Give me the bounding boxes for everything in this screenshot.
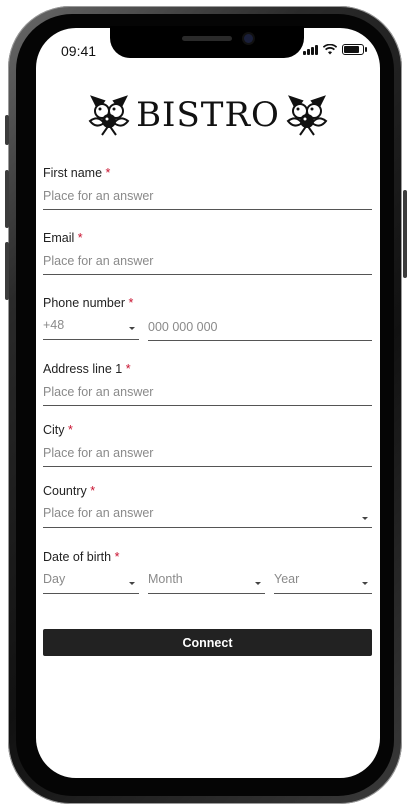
email-label-text: Email: [43, 231, 75, 245]
phone-input[interactable]: [148, 319, 372, 341]
connect-button[interactable]: Connect: [43, 629, 372, 656]
country-label: Country *: [43, 484, 95, 498]
notch: [110, 26, 304, 58]
dob-day-placeholder: Day: [43, 572, 66, 586]
chevron-down-icon: [362, 517, 368, 520]
earpiece-speaker: [182, 36, 232, 41]
volume-up-button: [5, 170, 9, 228]
wifi-icon: [323, 44, 337, 55]
city-label-text: City: [43, 423, 65, 437]
berries-ornament-icon: [88, 95, 130, 136]
berries-ornament-icon: [286, 95, 328, 136]
country-code-value: +48: [43, 318, 65, 332]
status-icons: [303, 44, 367, 55]
dob-month-select[interactable]: Month: [148, 572, 265, 594]
phone-label: Phone number *: [43, 296, 133, 310]
required-marker: *: [114, 550, 120, 564]
brand-name: BISTRO: [136, 95, 280, 135]
required-marker: *: [68, 423, 73, 437]
country-select-placeholder: Place for an answer: [43, 506, 154, 520]
first-name-input[interactable]: [43, 188, 372, 210]
email-label: Email *: [43, 231, 83, 245]
email-input[interactable]: [43, 253, 372, 275]
country-select[interactable]: Place for an answer: [43, 506, 372, 528]
phone-label-text: Phone number: [43, 296, 126, 310]
required-marker: *: [125, 362, 131, 376]
city-label: City *: [43, 423, 73, 437]
country-code-select[interactable]: +48: [43, 318, 139, 340]
bistro-logo: BISTRO: [86, 90, 330, 140]
dob-label: Date of birth *: [43, 550, 119, 564]
city-input[interactable]: [43, 445, 372, 467]
required-marker: *: [90, 484, 96, 498]
dob-month-placeholder: Month: [148, 572, 183, 586]
silent-switch: [5, 115, 9, 145]
dob-year-select[interactable]: Year: [274, 572, 372, 594]
required-marker: *: [105, 166, 111, 180]
chevron-down-icon: [255, 582, 261, 585]
chevron-down-icon: [362, 582, 368, 585]
dob-day-select[interactable]: Day: [43, 572, 139, 594]
status-time: 09:41: [61, 43, 97, 59]
required-marker: *: [77, 231, 83, 245]
address-label-text: Address line 1: [43, 362, 123, 376]
chevron-down-icon: [129, 327, 135, 330]
first-name-label: First name *: [43, 166, 110, 180]
required-marker: *: [128, 296, 134, 310]
power-button: [403, 190, 407, 278]
country-label-text: Country: [43, 484, 87, 498]
battery-icon: [342, 44, 367, 55]
chevron-down-icon: [129, 582, 135, 585]
first-name-label-text: First name: [43, 166, 103, 180]
front-camera: [244, 34, 253, 43]
volume-down-button: [5, 242, 9, 300]
dob-year-placeholder: Year: [274, 572, 300, 586]
address-label: Address line 1 *: [43, 362, 131, 376]
signal-icon: [303, 45, 318, 55]
dob-label-text: Date of birth: [43, 550, 112, 564]
address-input[interactable]: [43, 384, 372, 406]
